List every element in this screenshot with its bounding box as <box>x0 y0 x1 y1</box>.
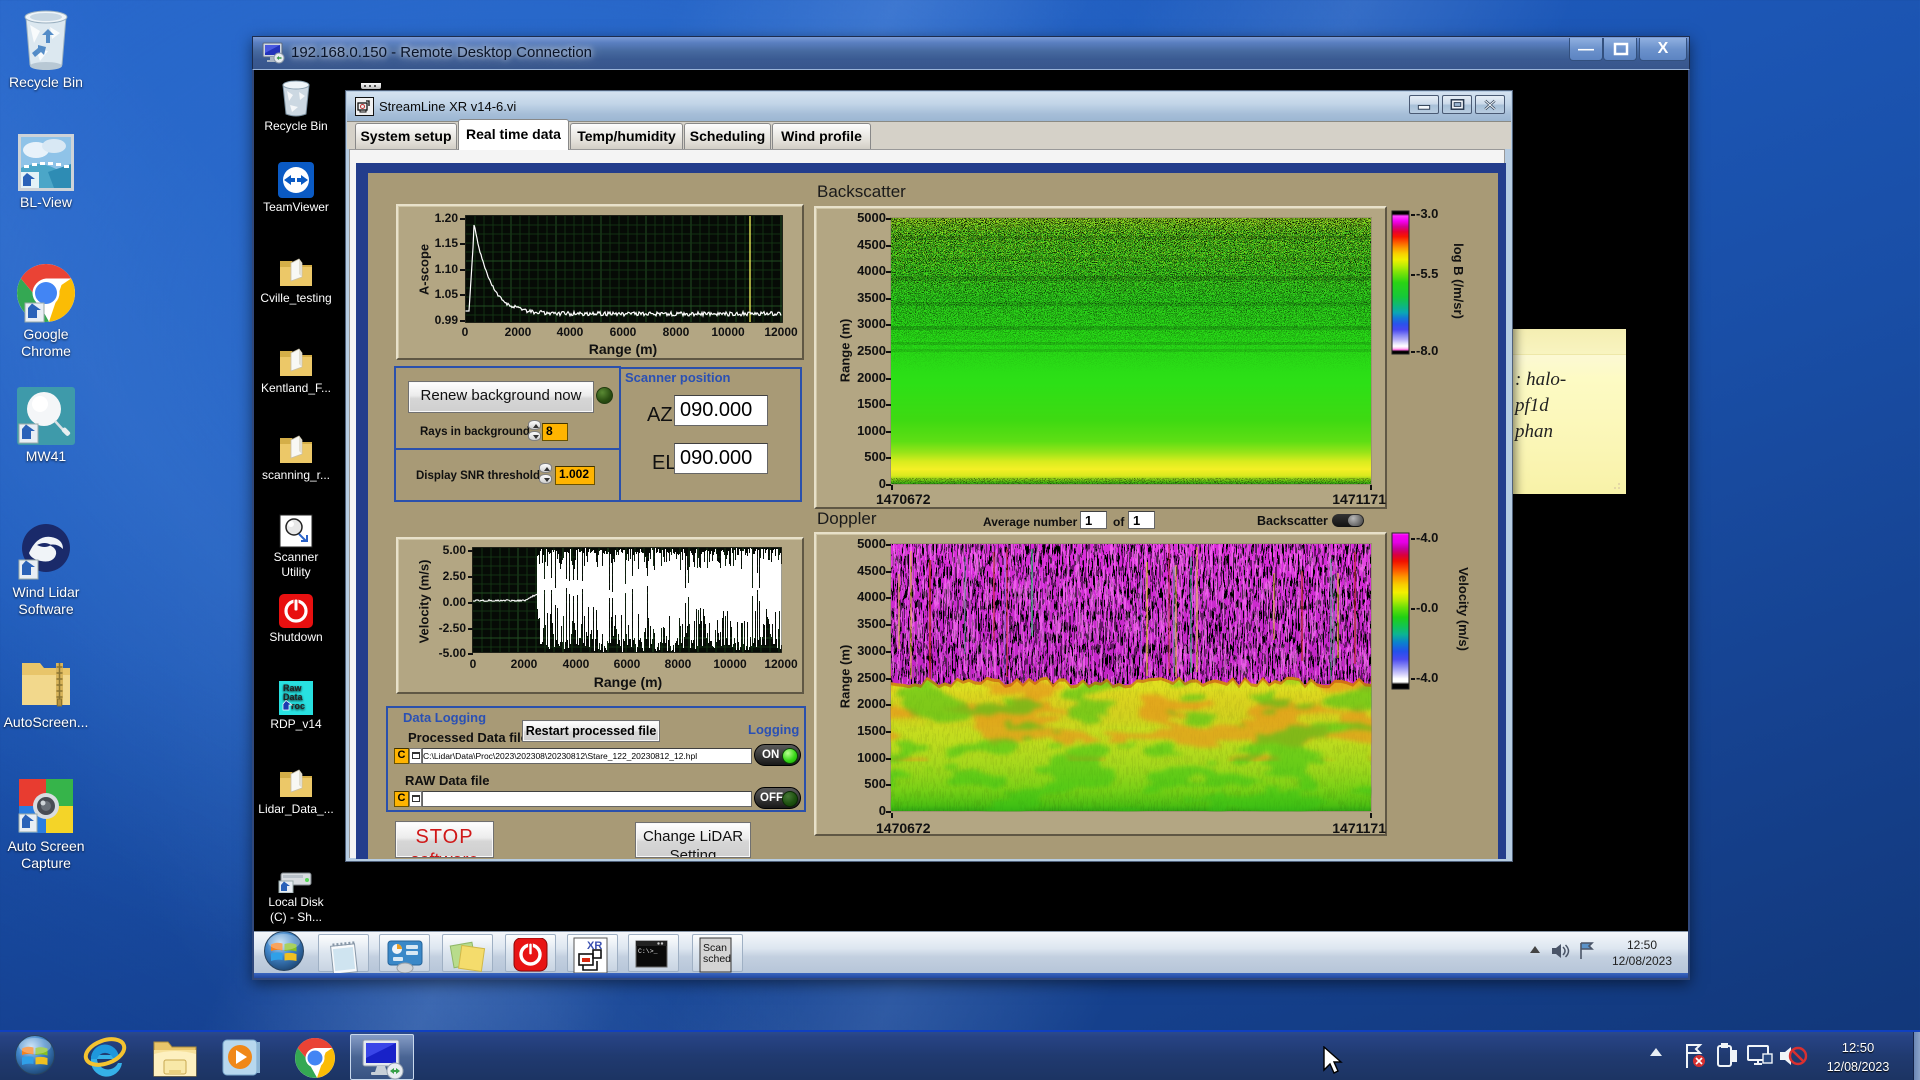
svg-text:roc: roc <box>291 701 305 711</box>
svg-text:C:\>_: C:\>_ <box>638 948 658 955</box>
svg-text:sched: sched <box>703 953 731 965</box>
